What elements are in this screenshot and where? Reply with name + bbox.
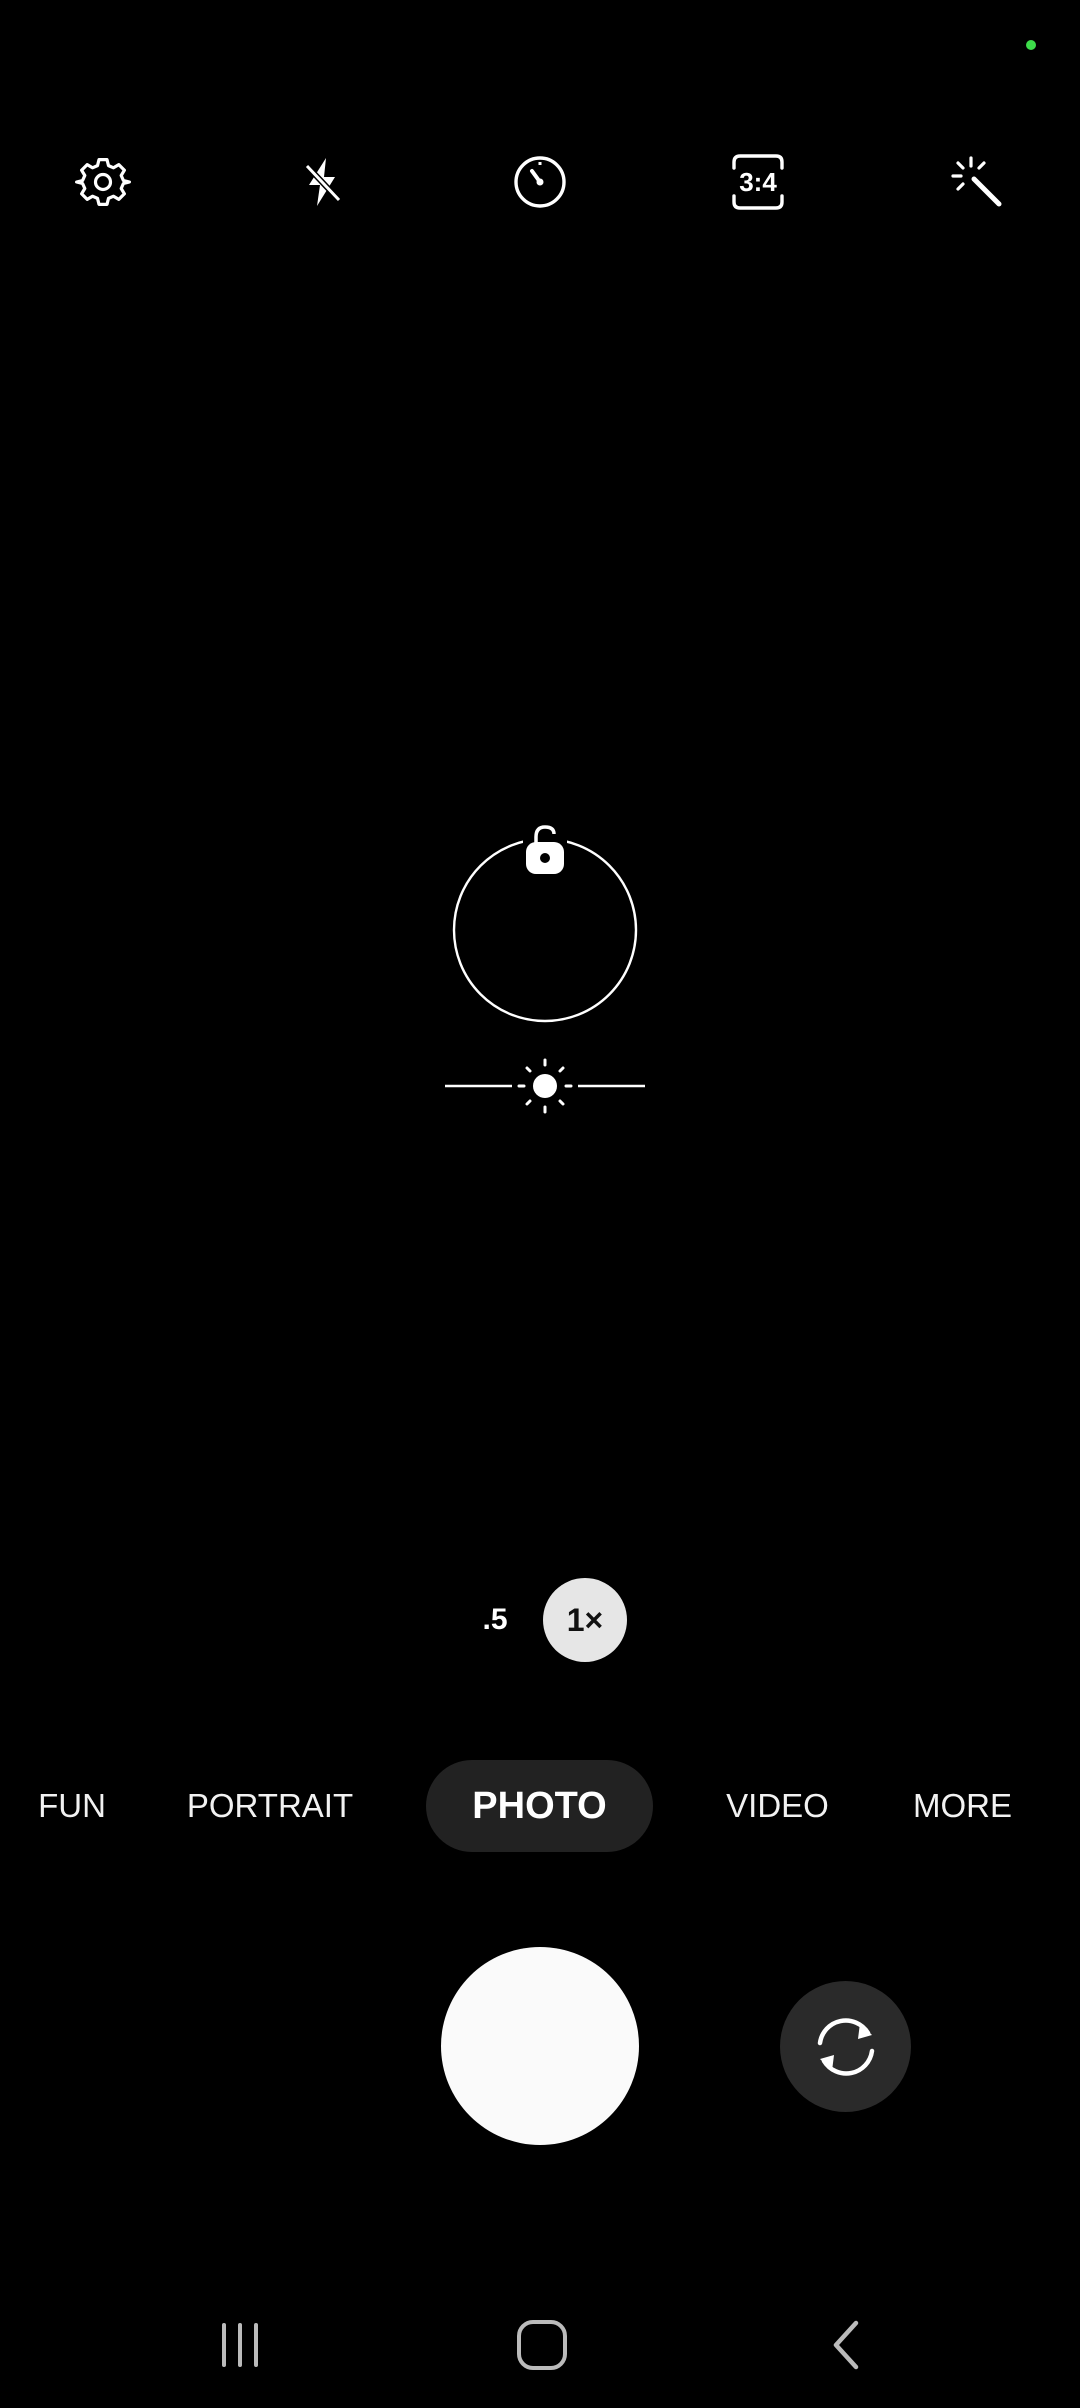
brightness-icon — [517, 1058, 573, 1114]
back-button[interactable] — [786, 2300, 906, 2390]
mode-portrait[interactable]: PORTRAIT — [180, 1760, 360, 1852]
mode-more[interactable]: MORE — [905, 1760, 1020, 1852]
switch-camera-icon — [817, 2017, 874, 2076]
switch-camera-button[interactable] — [780, 1981, 911, 2112]
flash-off-icon — [304, 158, 342, 206]
aspect-ratio-icon: 3:4 — [732, 154, 784, 210]
top-controls-bar: 3:4 — [0, 140, 1080, 220]
zoom-ultrawide-button[interactable]: .5 — [465, 1592, 525, 1648]
back-icon — [833, 2320, 859, 2370]
magic-wand-icon — [951, 156, 1002, 207]
aspect-ratio-label: 3:4 — [739, 167, 777, 197]
recent-apps-icon — [222, 2323, 258, 2367]
exposure-slider[interactable] — [445, 1058, 645, 1114]
filters-effects-button[interactable] — [935, 140, 1019, 224]
recent-apps-button[interactable] — [180, 2300, 300, 2390]
system-navigation-bar — [0, 2300, 1080, 2390]
settings-button[interactable] — [61, 140, 145, 224]
mode-video[interactable]: VIDEO — [720, 1760, 835, 1852]
gear-icon — [75, 157, 131, 206]
aspect-ratio-button[interactable]: 3:4 — [716, 140, 800, 224]
home-button[interactable] — [482, 2300, 602, 2390]
timer-icon — [514, 156, 566, 208]
zoom-1x-button[interactable]: 1× — [543, 1578, 627, 1662]
camera-in-use-indicator — [1026, 40, 1036, 50]
mode-fun[interactable]: FUN — [30, 1760, 114, 1852]
mode-photo[interactable]: PHOTO — [426, 1760, 653, 1852]
timer-button[interactable] — [498, 140, 582, 224]
home-icon — [517, 2320, 567, 2370]
focus-exposure-indicator[interactable] — [440, 810, 650, 1120]
shutter-button[interactable] — [441, 1947, 639, 2145]
camera-mode-selector: FUN PORTRAIT PHOTO VIDEO MORE — [0, 1760, 1080, 1852]
flash-off-button[interactable] — [281, 140, 365, 224]
zoom-selector: .5 1× — [0, 1578, 1080, 1662]
